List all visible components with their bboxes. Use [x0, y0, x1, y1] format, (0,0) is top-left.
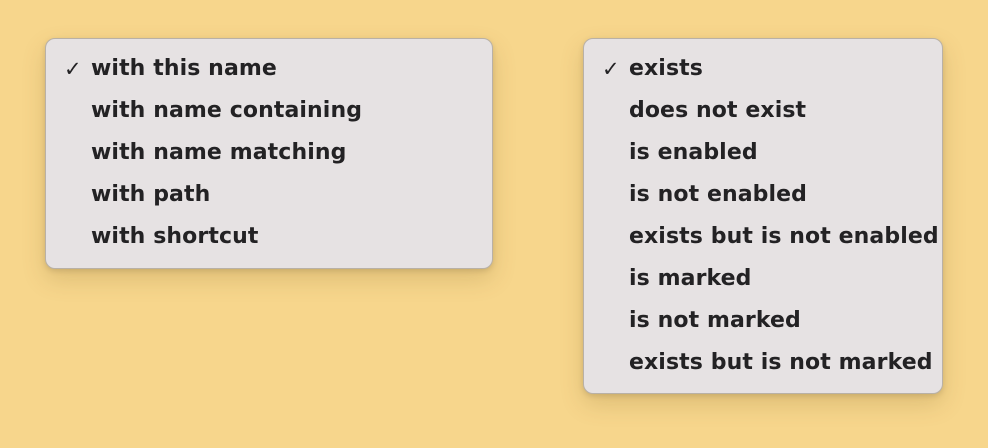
menu-item-label: exists but is not marked: [629, 350, 933, 375]
menu-item-exists-but-not-marked[interactable]: exists but is not marked: [584, 342, 942, 384]
menu-item-label: is not marked: [629, 308, 801, 333]
menu-item-with-this-name[interactable]: ✓ with this name: [46, 48, 492, 90]
menu-item-label: is enabled: [629, 140, 758, 165]
menu-item-label: with this name: [91, 56, 277, 81]
menu-item-is-enabled[interactable]: is enabled: [584, 132, 942, 174]
menu-item-does-not-exist[interactable]: does not exist: [584, 90, 942, 132]
menu-item-label: with shortcut: [91, 224, 259, 249]
menu-item-is-not-marked[interactable]: is not marked: [584, 300, 942, 342]
name-condition-menu: ✓ with this name with name containing wi…: [45, 38, 493, 269]
menu-item-exists-but-not-enabled[interactable]: exists but is not enabled: [584, 216, 942, 258]
menu-item-label: with name matching: [91, 140, 347, 165]
menu-item-label: is not enabled: [629, 182, 808, 207]
menu-item-is-marked[interactable]: is marked: [584, 258, 942, 300]
menu-item-exists[interactable]: ✓ exists: [584, 48, 942, 90]
checkmark-icon: ✓: [64, 57, 82, 81]
menu-item-with-path[interactable]: with path: [46, 174, 492, 216]
menu-item-with-name-matching[interactable]: with name matching: [46, 132, 492, 174]
checkmark-icon: ✓: [602, 57, 620, 81]
menu-item-label: does not exist: [629, 98, 807, 123]
menu-item-is-not-enabled[interactable]: is not enabled: [584, 174, 942, 216]
menu-item-label: exists but is not enabled: [629, 224, 939, 249]
state-condition-menu: ✓ exists does not exist is enabled is no…: [583, 38, 943, 394]
menu-item-with-name-containing[interactable]: with name containing: [46, 90, 492, 132]
menu-item-label: with name containing: [91, 98, 363, 123]
menu-item-label: with path: [91, 182, 211, 207]
menu-item-label: is marked: [629, 266, 752, 291]
menu-item-with-shortcut[interactable]: with shortcut: [46, 216, 492, 258]
menu-item-label: exists: [629, 56, 703, 81]
